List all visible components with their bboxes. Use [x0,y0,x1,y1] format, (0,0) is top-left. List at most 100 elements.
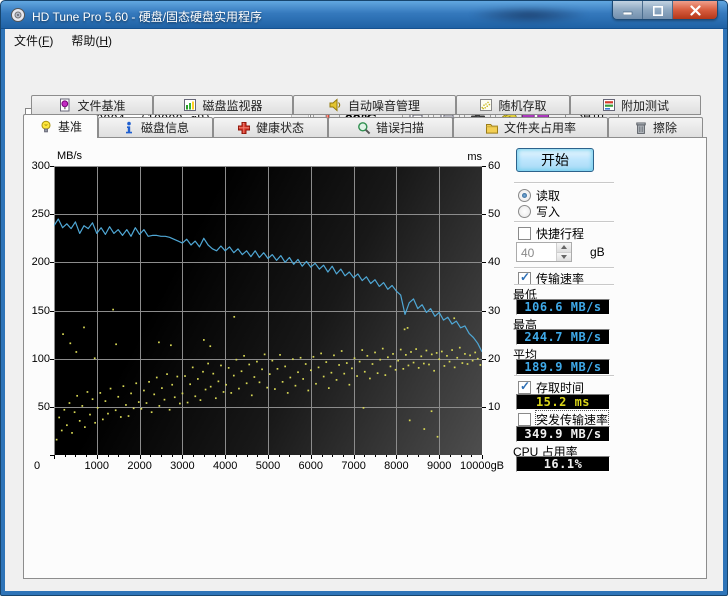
y-right-tick-label: 60 [488,160,501,172]
health-cross-icon [237,121,250,134]
menubar: 文件(F) 帮助(H) [5,30,723,51]
tick-mark [214,455,216,457]
chart-plot-area [53,166,483,456]
y-left-tick-label: 200 [31,256,50,269]
y-left-tick-label: 150 [31,304,50,317]
tick-mark [257,455,259,457]
x-tick-label: 0 [33,460,41,472]
spinner-up-button[interactable] [557,243,571,253]
tab-folder-usage[interactable]: 文件夹占用率 [453,117,608,138]
y-left-tick-label: 250 [31,208,50,221]
tab-erase[interactable]: 擦除 [608,117,703,138]
tick-mark [86,455,88,457]
minimize-button[interactable] [613,1,643,19]
access-time-checkbox[interactable] [518,379,531,394]
x-tick-label: 3000 [170,460,195,472]
write-radio-row[interactable]: 写入 [518,203,560,220]
read-radio[interactable] [518,189,531,202]
tick-mark [482,406,486,408]
tick-mark [118,455,120,457]
minimize-icon [622,11,632,15]
close-icon [689,5,701,16]
tick-mark [278,455,280,457]
tab-disk-monitor[interactable]: 磁盘监视器 [153,95,293,115]
chart-canvas [53,166,483,456]
x-tick-label: 5000 [255,460,281,472]
separator [514,221,614,223]
tick-mark [471,455,473,457]
maximum-value-display: 244.7 MB/s [516,329,610,345]
tab-health[interactable]: 健康状态 [213,117,328,138]
x-tick-label: 9000 [426,460,452,472]
tick-mark [321,455,323,457]
tick-mark [50,262,54,264]
start-button[interactable]: 开始 [516,148,594,172]
y-left-axis-unit: MB/s [57,150,83,162]
benchmark-tab-page: MB/s ms 50 100 150 200 250 300 10 20 30 40 50 60 0 10… [23,137,707,579]
tick-mark [342,455,344,457]
spinner [556,243,571,261]
tick-mark [50,406,54,408]
y-right-tick-label: 30 [488,304,501,317]
y-right-tick-label: 20 [488,352,501,365]
separator [514,182,614,184]
write-radio[interactable] [518,205,531,218]
tick-mark [353,455,355,459]
tick-mark [482,310,486,312]
spinner-down-button[interactable] [557,252,571,261]
tick-mark [332,455,334,457]
tab-error-scan[interactable]: 错误扫描 [328,117,453,138]
tab-disk-info[interactable]: 磁盘信息 [98,117,213,138]
file-benchmark-icon [60,98,70,112]
tick-mark [482,455,483,459]
tick-mark [225,455,227,459]
burst-rate-checkbox[interactable] [518,413,531,426]
tick-mark [193,455,195,457]
short-stroke-size-field[interactable]: 40 [516,242,572,262]
y-right-tick-label: 10 [488,400,501,413]
info-icon [125,121,132,133]
tick-mark [107,455,109,457]
tab-file-benchmark[interactable]: 文件基准 [31,95,153,115]
tick-mark [439,455,441,459]
y-left-tick-label: 50 [37,400,50,413]
tick-mark [482,166,486,167]
separator [514,267,614,269]
tick-mark [300,455,302,457]
tab-row-primary: 基准 磁盘信息 健康状态 错误扫描 文件夹占用率 擦除 [23,114,703,138]
extra-tests-icon [602,99,615,111]
short-stroke-checkbox[interactable] [518,227,531,240]
y-right-tick-label: 40 [488,256,501,269]
tab-extra-tests[interactable]: 附加测试 [570,95,701,115]
tick-mark [268,455,269,459]
toolbar: ST10000DM0004 (10000 gB) 28℃ [5,51,723,133]
x-tick-label: 4000 [212,460,238,472]
access-time-value-display: 15.2 ms [516,394,610,410]
y-right-axis-unit: ms [467,151,482,163]
tick-mark [75,455,77,457]
tick-mark [235,455,237,457]
maximize-button[interactable] [643,1,673,19]
y-left-tick-label: 100 [31,352,50,365]
tick-mark [407,455,409,457]
titlebar: HD Tune Pro 5.60 - 硬盘/固态硬盘实用程序 [1,1,727,29]
menu-file[interactable]: 文件(F) [5,29,62,52]
titlebar-watermark [469,6,589,24]
y-right-tick-label: 50 [488,208,501,221]
tick-mark [364,455,366,457]
tab-benchmark[interactable]: 基准 [23,114,98,138]
burst-rate-value-display: 349.9 MB/s [516,426,610,442]
tick-mark [460,455,462,457]
close-button[interactable] [673,1,717,19]
tick-mark [64,455,66,457]
tab-random-access[interactable]: 随机存取 [456,95,570,115]
app-icon [11,8,25,22]
separator [514,375,614,377]
short-stroke-row[interactable]: 快捷行程 [518,225,584,242]
read-radio-row[interactable]: 读取 [518,187,560,204]
menu-help[interactable]: 帮助(H) [62,29,121,52]
tick-mark [289,455,291,457]
y-left-tick-label: 300 [31,160,50,172]
tab-auto-acoustic[interactable]: 自动噪音管理 [293,95,456,115]
cpu-usage-value-display: 16.1% [516,456,610,472]
